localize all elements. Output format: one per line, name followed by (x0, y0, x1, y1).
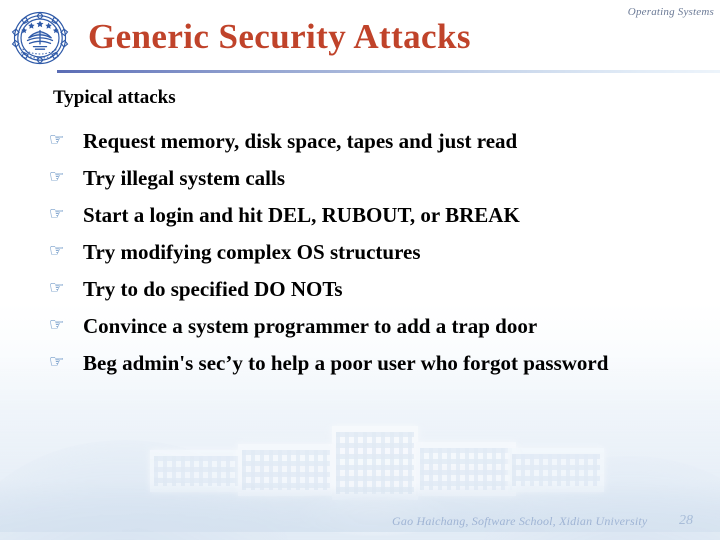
list-item-label: Request memory, disk space, tapes and ju… (83, 128, 518, 153)
list-item-label: Try modifying complex OS structures (83, 239, 421, 264)
list-item-label: Beg admin's sec’y to help a poor user wh… (83, 350, 609, 375)
pointing-hand-icon: ☞ (49, 314, 65, 335)
list-item-label: Try to do specified DO NOTs (83, 276, 343, 301)
list-item-label: Try illegal system calls (83, 165, 285, 190)
page-number: 28 (679, 513, 693, 528)
slide-header: Generic Security Attacks Operating Syste… (0, 0, 720, 78)
footer-credit: Gao Haichang, Software School, Xidian Un… (392, 514, 648, 528)
list-item: ☞ Request memory, disk space, tapes and … (0, 122, 720, 159)
list-item: ☞ Convince a system programmer to add a … (0, 307, 720, 344)
list-item: ☞ Try modifying complex OS structures (0, 233, 720, 270)
pointing-hand-icon: ☞ (49, 240, 65, 261)
list-item-label: Convince a system programmer to add a tr… (83, 313, 538, 338)
section-heading: Typical attacks (53, 87, 176, 108)
pointing-hand-icon: ☞ (49, 277, 65, 298)
list-item: ☞ Beg admin's sec’y to help a poor user … (0, 344, 720, 381)
header-divider (57, 70, 720, 73)
page-title: Generic Security Attacks (88, 17, 471, 56)
pointing-hand-icon: ☞ (49, 166, 65, 187)
xidian-university-emblem-icon (9, 8, 71, 68)
bullet-list: ☞ Request memory, disk space, tapes and … (0, 122, 720, 381)
slide-footer: Gao Haichang, Software School, Xidian Un… (0, 513, 720, 531)
list-item-label: Start a login and hit DEL, RUBOUT, or BR… (83, 202, 520, 227)
pointing-hand-icon: ☞ (49, 351, 65, 372)
pointing-hand-icon: ☞ (49, 203, 65, 224)
course-label: Operating Systems (627, 6, 714, 18)
slide: Generic Security Attacks Operating Syste… (0, 0, 720, 540)
list-item: ☞ Start a login and hit DEL, RUBOUT, or … (0, 196, 720, 233)
list-item: ☞ Try to do specified DO NOTs (0, 270, 720, 307)
list-item: ☞ Try illegal system calls (0, 159, 720, 196)
pointing-hand-icon: ☞ (49, 129, 65, 150)
